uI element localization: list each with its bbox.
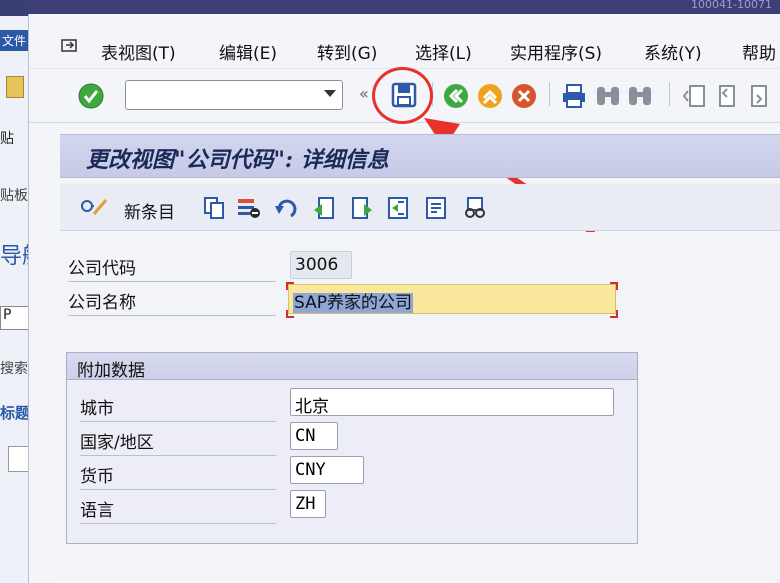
exit-icon[interactable] bbox=[477, 83, 503, 109]
menu-utilities[interactable]: 实用程序(S) bbox=[510, 39, 602, 64]
city-label: 城市 bbox=[80, 394, 276, 422]
screen-title-bar: 更改视图"公司代码": 详细信息 bbox=[60, 134, 780, 178]
menu-bar: 表视图(T) 编辑(E) 转到(G) 选择(L) 实用程序(S) 系统(Y) 帮… bbox=[29, 28, 780, 69]
menu-system[interactable]: 系统(Y) bbox=[644, 39, 702, 64]
country-field[interactable]: CN bbox=[290, 422, 338, 450]
new-entries-button[interactable]: 新条目 bbox=[124, 198, 175, 223]
first-page-icon[interactable] bbox=[681, 83, 707, 109]
menu-window-icon[interactable] bbox=[61, 38, 79, 54]
background-input[interactable]: P bbox=[0, 306, 30, 330]
command-field[interactable] bbox=[125, 80, 343, 110]
city-field[interactable]: 北京 bbox=[290, 388, 614, 417]
menu-edit[interactable]: 编辑(E) bbox=[219, 39, 277, 64]
window-title: 100041-10071 bbox=[691, 0, 772, 11]
menu-help[interactable]: 帮助 bbox=[742, 39, 776, 64]
glasses-icon[interactable] bbox=[462, 196, 488, 220]
company-name-label: 公司名称 bbox=[68, 288, 276, 316]
application-toolbar: 新条目 bbox=[60, 184, 780, 231]
paste-icon[interactable] bbox=[6, 76, 24, 98]
next-page-icon[interactable] bbox=[745, 83, 771, 109]
menu-goto[interactable]: 转到(G) bbox=[317, 39, 377, 64]
chevron-down-icon[interactable] bbox=[324, 90, 336, 97]
delete-icon[interactable] bbox=[236, 196, 262, 220]
company-name-value: SAP养家的公司 bbox=[293, 293, 413, 313]
toolbar-separator bbox=[669, 82, 670, 106]
country-label: 国家/地区 bbox=[80, 428, 276, 456]
page-title: 更改视图"公司代码": 详细信息 bbox=[86, 147, 389, 173]
find-next-icon[interactable] bbox=[627, 84, 653, 108]
currency-label: 货币 bbox=[80, 462, 276, 490]
back-icon[interactable] bbox=[443, 83, 469, 109]
company-code-label: 公司代码 bbox=[68, 254, 276, 282]
required-field-marker bbox=[610, 310, 618, 318]
copy-as-icon[interactable] bbox=[202, 196, 226, 220]
language-label: 语言 bbox=[80, 496, 276, 524]
group-header: 附加数据 bbox=[67, 353, 637, 381]
enter-check-icon[interactable] bbox=[78, 83, 104, 109]
previous-page-icon[interactable] bbox=[713, 83, 739, 109]
group-title: 附加数据 bbox=[77, 361, 145, 381]
company-name-field[interactable]: SAP养家的公司 bbox=[288, 284, 616, 314]
window-title-strip: 100041-10071 bbox=[28, 0, 780, 14]
currency-field[interactable]: CNY bbox=[290, 456, 364, 484]
company-code-field: 3006 bbox=[290, 251, 352, 279]
menu-selection[interactable]: 选择(L) bbox=[415, 39, 472, 64]
undo-icon[interactable] bbox=[274, 196, 300, 220]
collapse-arrows-icon[interactable]: « bbox=[359, 84, 369, 103]
required-field-marker bbox=[610, 282, 618, 290]
display-change-icon[interactable] bbox=[80, 196, 108, 220]
print-icon[interactable] bbox=[561, 84, 587, 108]
menu-table-view[interactable]: 表视图(T) bbox=[101, 39, 176, 64]
next-entry-icon[interactable] bbox=[350, 196, 374, 220]
required-field-marker bbox=[286, 310, 294, 318]
previous-entry-icon[interactable] bbox=[312, 196, 336, 220]
toolbar-separator bbox=[549, 82, 550, 106]
block-icon[interactable] bbox=[424, 196, 448, 220]
select-all-icon[interactable] bbox=[386, 196, 410, 220]
required-field-marker bbox=[286, 282, 294, 290]
language-field[interactable]: ZH bbox=[290, 490, 326, 518]
find-icon[interactable] bbox=[595, 84, 621, 108]
cancel-icon[interactable] bbox=[511, 83, 537, 109]
